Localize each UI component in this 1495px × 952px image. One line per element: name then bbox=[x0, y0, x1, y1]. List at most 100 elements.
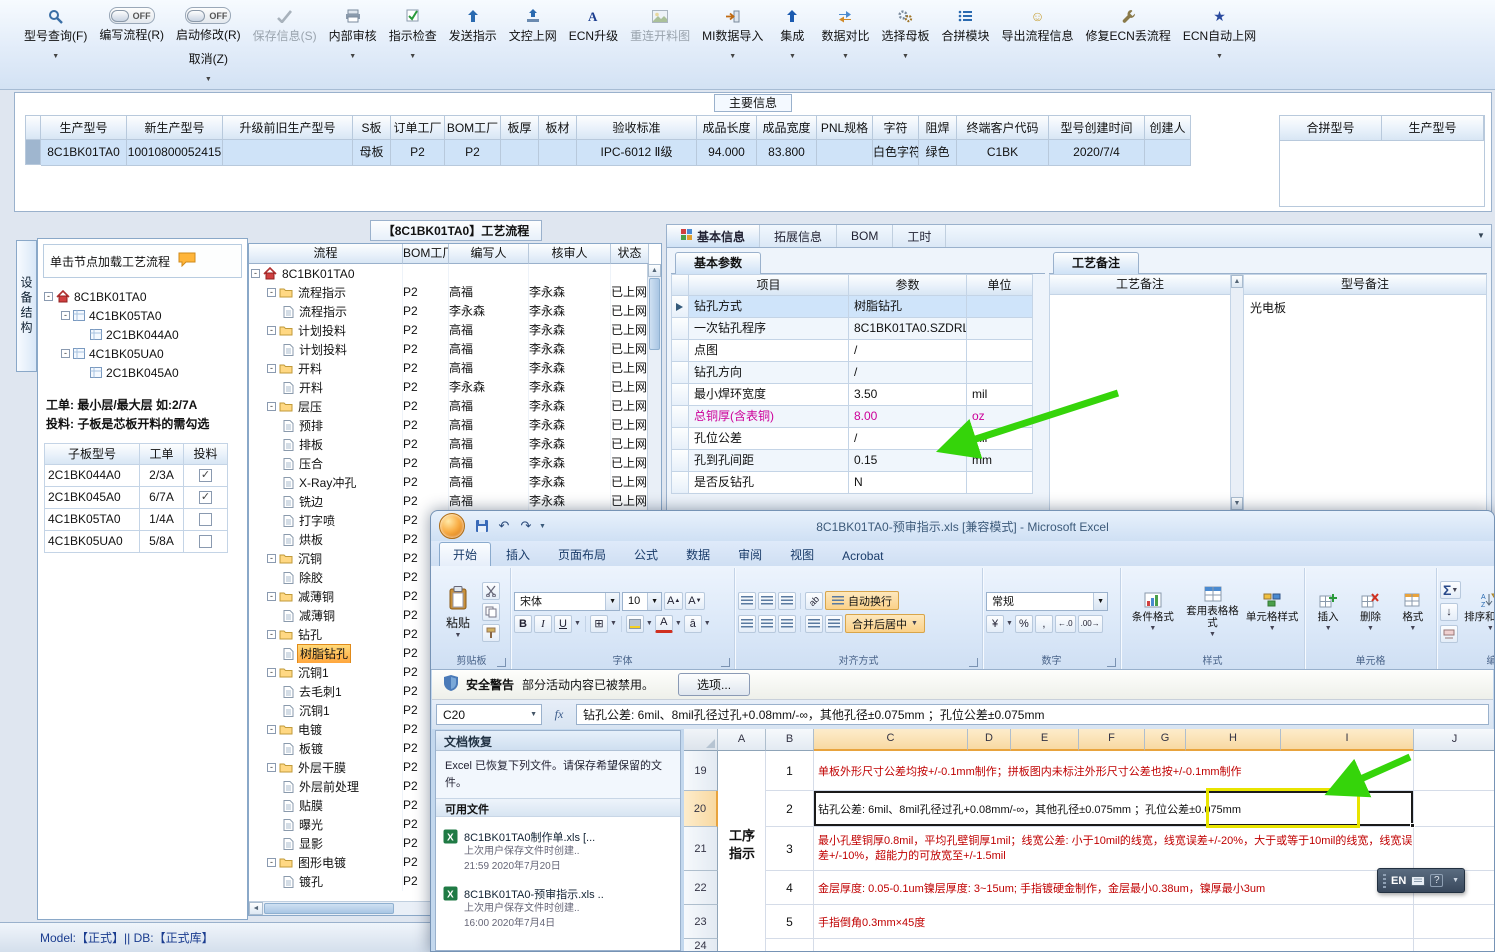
customize-qat-caret-icon[interactable]: ▼ bbox=[539, 523, 546, 530]
grid-cell[interactable]: P2 bbox=[391, 140, 445, 166]
process-row[interactable]: - 计划投料 P2 高福 李永森 已上网 bbox=[249, 321, 647, 340]
tree-expander-icon[interactable]: - bbox=[267, 554, 276, 563]
param-value[interactable]: 0.15 bbox=[849, 450, 967, 472]
process-row[interactable]: 开料 P2 李永森 李永森 已上网 bbox=[249, 378, 647, 397]
grid-cell[interactable]: 白色字符 bbox=[873, 140, 919, 166]
toolbar-button-5[interactable]: 内部审核 ▼ bbox=[323, 5, 383, 62]
column-header[interactable]: PNL规格 bbox=[817, 115, 873, 140]
dropdown-caret-icon[interactable]: ▼ bbox=[1216, 53, 1223, 60]
cell-B19[interactable]: 1 bbox=[766, 751, 814, 791]
toolbar-button-18[interactable]: ★ ECN自动上网 ▼ bbox=[1177, 5, 1262, 62]
decrease-decimal-button[interactable]: .00→ bbox=[1077, 614, 1103, 633]
row-selector[interactable] bbox=[671, 340, 689, 362]
column-header[interactable]: 成品长度 bbox=[697, 115, 757, 140]
undo-icon[interactable]: ↶ bbox=[495, 517, 513, 535]
tree-expander-icon[interactable]: - bbox=[267, 630, 276, 639]
param-row[interactable]: 总铜厚(含表铜) 8.00 oz bbox=[671, 406, 1045, 428]
cell-B22[interactable]: 4 bbox=[766, 871, 814, 905]
grid-cell[interactable] bbox=[501, 140, 539, 166]
grid-cell[interactable] bbox=[1145, 140, 1191, 166]
param-row[interactable]: 钻孔方向 / bbox=[671, 362, 1045, 384]
language-bar-grip[interactable] bbox=[1383, 873, 1386, 888]
tab-insert[interactable]: 插入 bbox=[493, 543, 543, 566]
tree-expander-icon[interactable]: - bbox=[267, 402, 276, 411]
paste-caret-icon[interactable]: ▼ bbox=[455, 632, 462, 639]
tree-expander-icon[interactable]: - bbox=[267, 288, 276, 297]
cell-C20[interactable]: 钻孔公差: 6mil、8mil孔径过孔+0.08mm/-∞，其他孔径±0.075… bbox=[814, 791, 1415, 828]
process-remark-body[interactable] bbox=[1050, 295, 1230, 510]
row-header-22[interactable]: 22 bbox=[684, 871, 718, 905]
tab-extended-info[interactable]: 拓展信息 bbox=[760, 225, 838, 247]
toolbar-button-6[interactable]: 指示检查 ▼ bbox=[383, 5, 443, 62]
row-selector[interactable] bbox=[671, 296, 689, 318]
cell-C22[interactable]: 金层厚度: 0.05-0.1um镍层厚度: 3~15um; 手指镀硬金制作，金层… bbox=[814, 871, 1414, 905]
language-indicator[interactable]: EN bbox=[1391, 875, 1406, 887]
align-bottom-button[interactable] bbox=[778, 591, 796, 610]
insert-cells-button[interactable]: 插入 ▼ bbox=[1308, 570, 1348, 654]
param-value[interactable]: 8C1BK01TA0.SZDRL bbox=[849, 318, 967, 340]
cut-button[interactable] bbox=[482, 582, 500, 600]
param-row[interactable]: 一次钻孔程序 8C1BK01TA0.SZDRL bbox=[671, 318, 1045, 340]
toolbar-button-14[interactable]: 选择母板 ▼ bbox=[875, 5, 935, 62]
grid-cell[interactable]: 10010800052415 bbox=[127, 140, 223, 166]
board-row[interactable]: 2C1BK044A0 2/3A ✓ bbox=[44, 465, 241, 488]
row-selector[interactable] bbox=[25, 140, 41, 165]
fill-handle[interactable] bbox=[1410, 823, 1415, 828]
format-painter-button[interactable] bbox=[482, 624, 500, 642]
cell-C23[interactable]: 手指倒角0.3mm×45度 bbox=[814, 905, 1414, 939]
language-bar-options-icon[interactable]: ▼ bbox=[1452, 877, 1459, 884]
feed-checkbox[interactable] bbox=[199, 513, 212, 527]
column-header[interactable]: 新生产型号 bbox=[127, 115, 223, 140]
param-unit[interactable] bbox=[967, 318, 1033, 340]
cell-B20[interactable]: 2 bbox=[766, 791, 814, 827]
recovery-file-item[interactable]: X 8C1BK01TA0制作单.xls [... 上次用户保存文件时创建.. 21:5… bbox=[441, 823, 675, 880]
comma-style-button[interactable]: , bbox=[1034, 614, 1053, 633]
param-unit[interactable]: oz bbox=[967, 406, 1033, 428]
cell-J21[interactable] bbox=[1414, 827, 1494, 871]
tree-expander-icon[interactable]: - bbox=[267, 858, 276, 867]
autosum-button[interactable]: Σ ▼ bbox=[1440, 581, 1462, 599]
column-header[interactable]: 生产型号 bbox=[41, 115, 127, 140]
column-header[interactable]: 合拼型号 bbox=[1280, 116, 1382, 141]
row-selector[interactable] bbox=[671, 362, 689, 384]
toolbar-button-3[interactable]: OFF 启动修改(R) 取消(Z) ▼ bbox=[170, 5, 247, 85]
delete-cells-button[interactable]: 删除 ▼ bbox=[1350, 570, 1390, 654]
row-header-23[interactable]: 23 bbox=[684, 905, 718, 939]
row-selector[interactable] bbox=[671, 472, 689, 494]
dropdown-caret-icon[interactable]: ▼ bbox=[409, 53, 416, 60]
column-header[interactable]: 创建人 bbox=[1145, 115, 1191, 140]
dialog-launcher-icon[interactable] bbox=[721, 658, 730, 667]
param-item[interactable]: 孔到孔间距 bbox=[689, 450, 849, 472]
param-item[interactable]: 总铜厚(含表铜) bbox=[689, 406, 849, 428]
cell-C21[interactable]: 最小孔壁铜厚0.8mil，平均孔壁铜厚1mil；线宽公差: 小于10mil的线宽… bbox=[814, 827, 1414, 871]
param-item[interactable]: 最小焊环宽度 bbox=[689, 384, 849, 406]
column-header[interactable]: BOM工厂 bbox=[445, 115, 501, 140]
tree-expander-icon[interactable]: - bbox=[44, 292, 53, 301]
process-row[interactable]: 预排 P2 高福 李永森 已上网 bbox=[249, 416, 647, 435]
process-row[interactable]: - 开料 P2 高福 李永森 已上网 bbox=[249, 359, 647, 378]
main-info-grid-row[interactable]: 8C1BK01TA0 10010800052415 母板 P2 P2 IPC-6012 Ⅱ… bbox=[25, 140, 1191, 166]
column-header[interactable]: 验收标准 bbox=[577, 115, 697, 140]
tab-basic-params[interactable]: 基本参数 bbox=[675, 252, 762, 274]
copy-button[interactable] bbox=[482, 603, 500, 621]
column-header[interactable]: 投料 bbox=[184, 443, 228, 466]
row-selector[interactable] bbox=[671, 450, 689, 472]
grow-font-button[interactable]: A ▲ bbox=[664, 592, 684, 610]
fill-color-caret-icon[interactable]: ▼ bbox=[646, 620, 653, 627]
toolbar-subbutton-label[interactable]: 取消(Z) bbox=[189, 50, 228, 67]
format-as-table-button[interactable]: 套用表格格式 ▼ bbox=[1184, 570, 1242, 654]
increase-indent-button[interactable] bbox=[825, 614, 843, 633]
grid-cell[interactable]: 8C1BK01TA0 bbox=[41, 140, 127, 166]
underline-caret-icon[interactable]: ▼ bbox=[574, 620, 581, 627]
percent-style-button[interactable]: % bbox=[1014, 614, 1033, 633]
scroll-thumb[interactable] bbox=[649, 278, 660, 350]
tree-node[interactable]: - 4C1BK05UA0 bbox=[40, 344, 245, 363]
excel-title-bar[interactable]: 8C1BK01TA0-预审指示.xls [兼容模式] - Microsoft E… bbox=[431, 511, 1494, 541]
collapse-panel-icon[interactable]: ▼ bbox=[1471, 225, 1491, 247]
row-header-24[interactable]: 24 bbox=[684, 939, 718, 951]
orientation-button[interactable]: ab bbox=[805, 591, 823, 610]
column-header-G[interactable]: G bbox=[1145, 729, 1186, 751]
board-row[interactable]: 2C1BK045A0 6/7A ✓ bbox=[44, 487, 241, 510]
column-header[interactable]: 生产型号 bbox=[1382, 116, 1484, 141]
cell-B24[interactable] bbox=[766, 939, 814, 951]
